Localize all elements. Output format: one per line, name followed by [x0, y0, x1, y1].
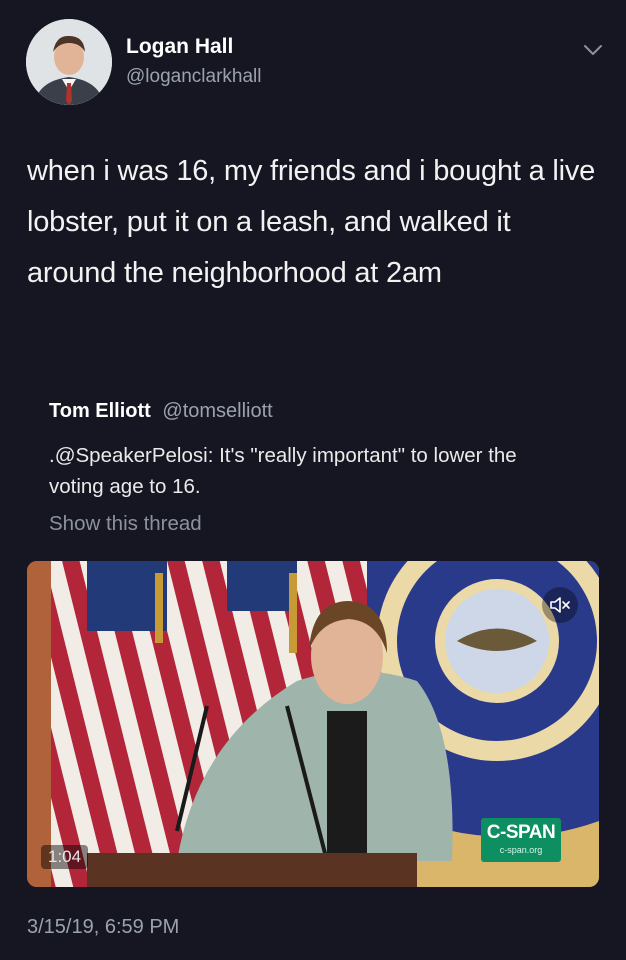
tweet-timestamp[interactable]: 3/15/19, 6:59 PM: [27, 916, 179, 939]
cspan-logo: C-SPAN c-span.org: [481, 818, 561, 862]
show-thread-link[interactable]: Show this thread: [49, 512, 202, 536]
video-duration: 1:04: [41, 845, 89, 869]
avatar[interactable]: [26, 19, 112, 105]
display-name[interactable]: Logan Hall: [126, 35, 233, 59]
quoted-tweet-text: .@SpeakerPelosi: It's "really important"…: [49, 444, 517, 498]
quoted-author-name[interactable]: Tom Elliott: [49, 400, 151, 422]
cspan-url: c-span.org: [499, 845, 543, 855]
mute-button[interactable]: [542, 587, 578, 623]
tweet-text: when i was 16, my friends and i bought a…: [27, 155, 596, 289]
quoted-author-handle[interactable]: @tomselliott: [162, 400, 272, 422]
avatar-photo: [26, 19, 112, 105]
user-handle[interactable]: @loganclarkhall: [126, 66, 261, 88]
chevron-down-icon[interactable]: [581, 38, 605, 62]
quoted-tweet-header[interactable]: Tom Elliott @tomselliott: [49, 400, 273, 423]
mute-icon: [550, 597, 570, 613]
cspan-logo-text: C-SPAN: [486, 822, 556, 843]
video-player[interactable]: 1:04 C-SPAN c-span.org: [27, 561, 599, 887]
